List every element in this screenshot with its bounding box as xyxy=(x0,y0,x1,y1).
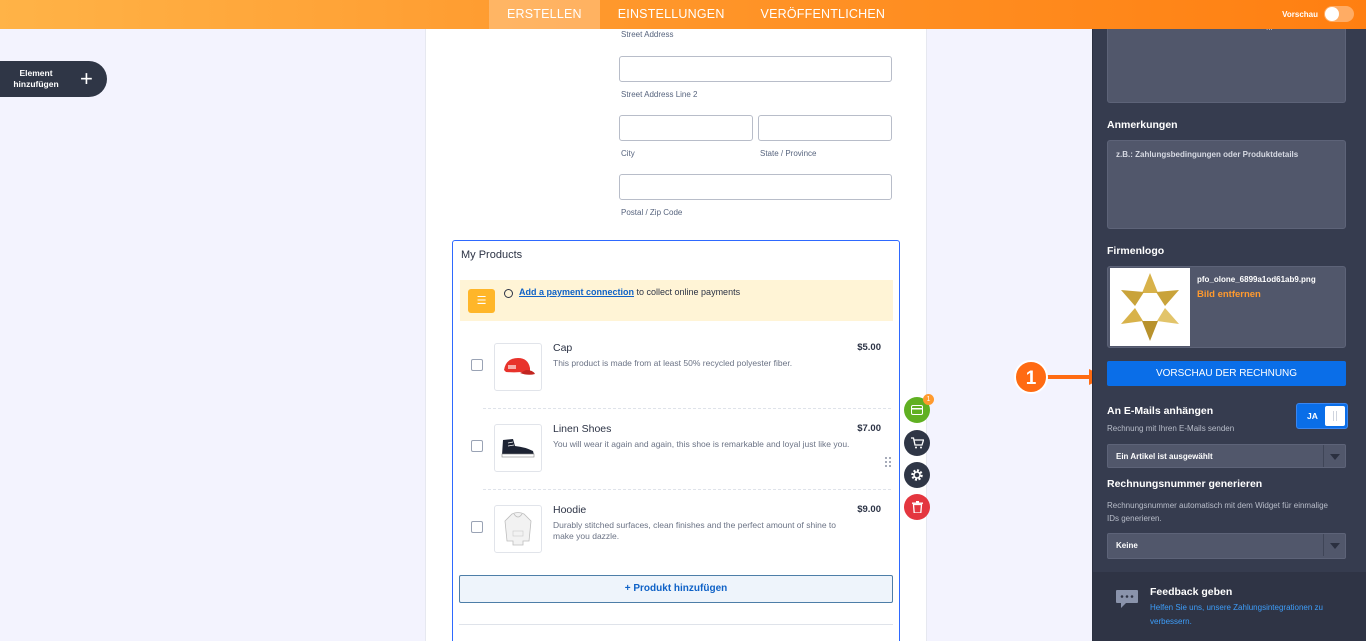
city-input[interactable] xyxy=(619,115,753,141)
payment-notice-suffix: to collect online payments xyxy=(634,287,741,297)
chat-bubble-icon xyxy=(1116,590,1138,608)
email-attach-toggle[interactable]: JA xyxy=(1296,403,1348,429)
logo-upload-box: pfo_olone_6899a1od61ab9.png Bild entfern… xyxy=(1107,266,1346,348)
email-attach-heading: An E-Mails anhängen xyxy=(1107,405,1214,417)
product-description: You will wear it again and again, this s… xyxy=(553,439,850,449)
cart-button[interactable] xyxy=(904,430,930,456)
main-tabs: ERSTELLEN EINSTELLUNGEN VERÖFFENTLICHEN xyxy=(489,0,903,29)
product-name: Linen Shoes xyxy=(553,423,612,435)
dropdown-value: Ein Artikel ist ausgewählt xyxy=(1116,452,1213,461)
invoice-number-heading: Rechnungsnummer generieren xyxy=(1107,478,1263,490)
email-item-dropdown[interactable]: Ein Artikel ist ausgewählt xyxy=(1107,444,1346,468)
delete-button[interactable] xyxy=(904,494,930,520)
toggle-knob xyxy=(1325,406,1345,426)
city-label: City xyxy=(621,149,635,158)
product-image-shoes xyxy=(494,424,542,472)
add-product-button[interactable]: + Produkt hinzufügen xyxy=(459,575,893,603)
invoice-number-subtext: Rechnungsnummer automatisch mit dem Widg… xyxy=(1107,501,1328,523)
product-image-cap xyxy=(494,343,542,391)
add-payment-connection-link[interactable]: Add a payment connection xyxy=(519,287,634,297)
zip-input[interactable] xyxy=(619,174,892,200)
settings-button[interactable] xyxy=(904,462,930,488)
product-description: Durably stitched surfaces, clean finishe… xyxy=(553,520,837,541)
credit-card-icon xyxy=(911,405,923,415)
product-price: $5.00 xyxy=(857,342,881,353)
preview-toggle[interactable]: Vorschau xyxy=(1282,6,1354,22)
previous-textarea[interactable]: ... xyxy=(1107,23,1346,103)
remove-image-link[interactable]: Bild entfernen xyxy=(1197,289,1261,300)
divider xyxy=(459,624,893,625)
invoice-number-dropdown[interactable]: Keine xyxy=(1107,533,1346,559)
feedback-title: Feedback geben xyxy=(1150,586,1233,598)
circle-icon xyxy=(504,289,513,298)
product-checkbox[interactable] xyxy=(471,359,483,371)
payment-notice-text: Add a payment connection to collect onli… xyxy=(519,287,740,297)
invoice-preview-button[interactable]: VORSCHAU DER RECHNUNG xyxy=(1107,361,1346,386)
notification-badge: 1 xyxy=(923,394,934,405)
hoodie-icon xyxy=(504,512,532,546)
trash-icon xyxy=(911,501,923,513)
tab-veroeffentlichen[interactable]: VERÖFFENTLICHEN xyxy=(743,0,904,29)
feedback-link[interactable]: Helfen Sie uns, unsere Zahlungsintegrati… xyxy=(1150,601,1340,629)
tab-erstellen[interactable]: ERSTELLEN xyxy=(489,0,600,29)
divider xyxy=(483,408,891,409)
chevron-down-icon xyxy=(1323,445,1345,467)
state-input[interactable] xyxy=(758,115,892,141)
products-widget[interactable]: My Products ☰ Add a payment connection t… xyxy=(452,240,900,641)
top-bar: ERSTELLEN EINSTELLUNGEN VERÖFFENTLICHEN … xyxy=(0,0,1366,29)
product-row: Hoodie Durably stitched surfaces, clean … xyxy=(453,491,899,572)
chevron-down-icon xyxy=(1323,534,1345,556)
toggle-label: JA xyxy=(1307,411,1318,421)
email-attach-subtext: Rechnung mit Ihren E-Mails senden xyxy=(1107,424,1235,433)
cart-icon xyxy=(910,437,924,449)
tab-einstellungen[interactable]: EINSTELLUNGEN xyxy=(600,0,743,29)
product-price: $7.00 xyxy=(857,423,881,434)
company-logo-image xyxy=(1110,268,1190,346)
textarea-fragment: ... xyxy=(1266,23,1273,32)
cap-icon xyxy=(504,358,535,375)
products-title: My Products xyxy=(461,249,523,261)
drag-handle-icon[interactable] xyxy=(884,456,892,468)
product-price: $9.00 xyxy=(857,504,881,515)
product-image-hoodie xyxy=(494,505,542,553)
list-check-icon: ☰ xyxy=(468,289,495,313)
product-description: This product is made from at least 50% r… xyxy=(553,358,793,368)
notes-heading: Anmerkungen xyxy=(1107,119,1178,131)
logo-file-name: pfo_olone_6899a1od61ab9.png xyxy=(1197,275,1316,284)
properties-panel: ... Anmerkungen z.B.: Zahlungsbedingunge… xyxy=(1092,23,1366,641)
plus-icon: + xyxy=(80,66,93,91)
preview-label: Vorschau xyxy=(1282,9,1318,19)
add-element-button[interactable]: Element hinzufügen + xyxy=(0,61,107,97)
product-row: Cap This product is made from at least 5… xyxy=(453,329,899,410)
state-label: State / Province xyxy=(760,149,817,158)
feedback-section: Feedback geben Helfen Sie uns, unsere Za… xyxy=(1093,572,1366,641)
product-checkbox[interactable] xyxy=(471,521,483,533)
street-address-line2-label: Street Address Line 2 xyxy=(621,90,698,99)
product-name: Cap xyxy=(553,342,573,354)
product-row: Linen Shoes You will wear it again and a… xyxy=(453,410,899,491)
preview-switch[interactable] xyxy=(1324,6,1354,22)
gear-icon xyxy=(911,469,923,481)
add-element-label: Element hinzufügen xyxy=(13,68,59,89)
logo-heading: Firmenlogo xyxy=(1107,245,1165,257)
shoe-icon xyxy=(501,439,535,458)
product-name: Hoodie xyxy=(553,504,587,516)
notes-textarea[interactable]: z.B.: Zahlungsbedingungen oder Produktde… xyxy=(1107,140,1346,229)
street-address-label: Street Address xyxy=(621,30,674,39)
zip-label: Postal / Zip Code xyxy=(621,208,683,217)
product-checkbox[interactable] xyxy=(471,440,483,452)
divider xyxy=(483,489,891,490)
street-address-line2-input[interactable] xyxy=(619,56,892,82)
notes-placeholder: z.B.: Zahlungsbedingungen oder Produktde… xyxy=(1116,150,1299,159)
payment-notice: ☰ Add a payment connection to collect on… xyxy=(460,280,893,321)
annotation-marker: 1 xyxy=(1014,360,1048,394)
dropdown-value: Keine xyxy=(1116,541,1138,550)
